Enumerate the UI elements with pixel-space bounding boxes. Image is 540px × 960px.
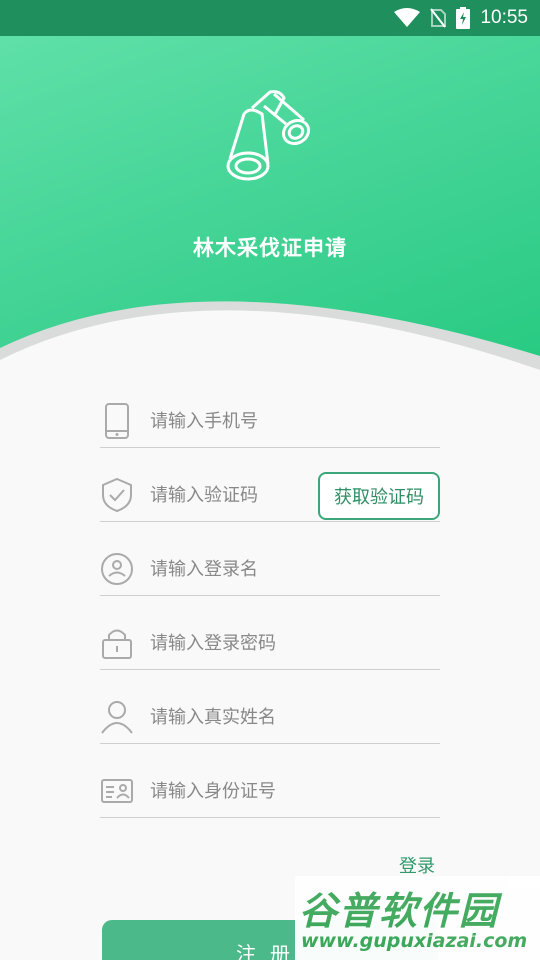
lock-icon [100, 626, 134, 660]
phone-input[interactable] [150, 410, 330, 432]
username-field-row [100, 543, 440, 596]
username-input[interactable] [150, 558, 330, 580]
status-time: 10:55 [480, 7, 528, 28]
phone-icon [100, 403, 134, 439]
user-circle-icon [100, 552, 134, 586]
login-link[interactable]: 登录 [399, 852, 435, 878]
status-bar: 10:55 [0, 0, 540, 36]
password-input[interactable] [150, 632, 330, 654]
battery-charging-icon [456, 7, 471, 29]
person-icon [100, 700, 134, 734]
idcard-input[interactable] [150, 780, 330, 802]
app-title: 林木采伐证申请 [193, 236, 347, 260]
watermark-url: www.gupuxiazai.com [301, 930, 528, 952]
idcard-field-row [100, 765, 440, 818]
password-field-row [100, 617, 440, 670]
realname-field-row [100, 691, 440, 744]
realname-input[interactable] [150, 706, 330, 728]
code-field-row: 获取验证码 [100, 469, 440, 522]
no-sim-icon [430, 8, 447, 28]
watermark: 谷普软件园 www.gupuxiazai.com [295, 876, 540, 960]
id-card-icon [100, 774, 134, 808]
shield-check-icon [100, 477, 134, 513]
code-input[interactable] [150, 484, 330, 506]
register-form: 获取验证码 [100, 395, 440, 839]
logs-logo-icon [222, 86, 318, 186]
phone-field-row [100, 395, 440, 448]
wifi-icon [394, 8, 421, 28]
get-code-button[interactable]: 获取验证码 [318, 472, 440, 520]
header-curve [0, 301, 540, 396]
watermark-brand: 谷普软件园 [299, 889, 500, 933]
